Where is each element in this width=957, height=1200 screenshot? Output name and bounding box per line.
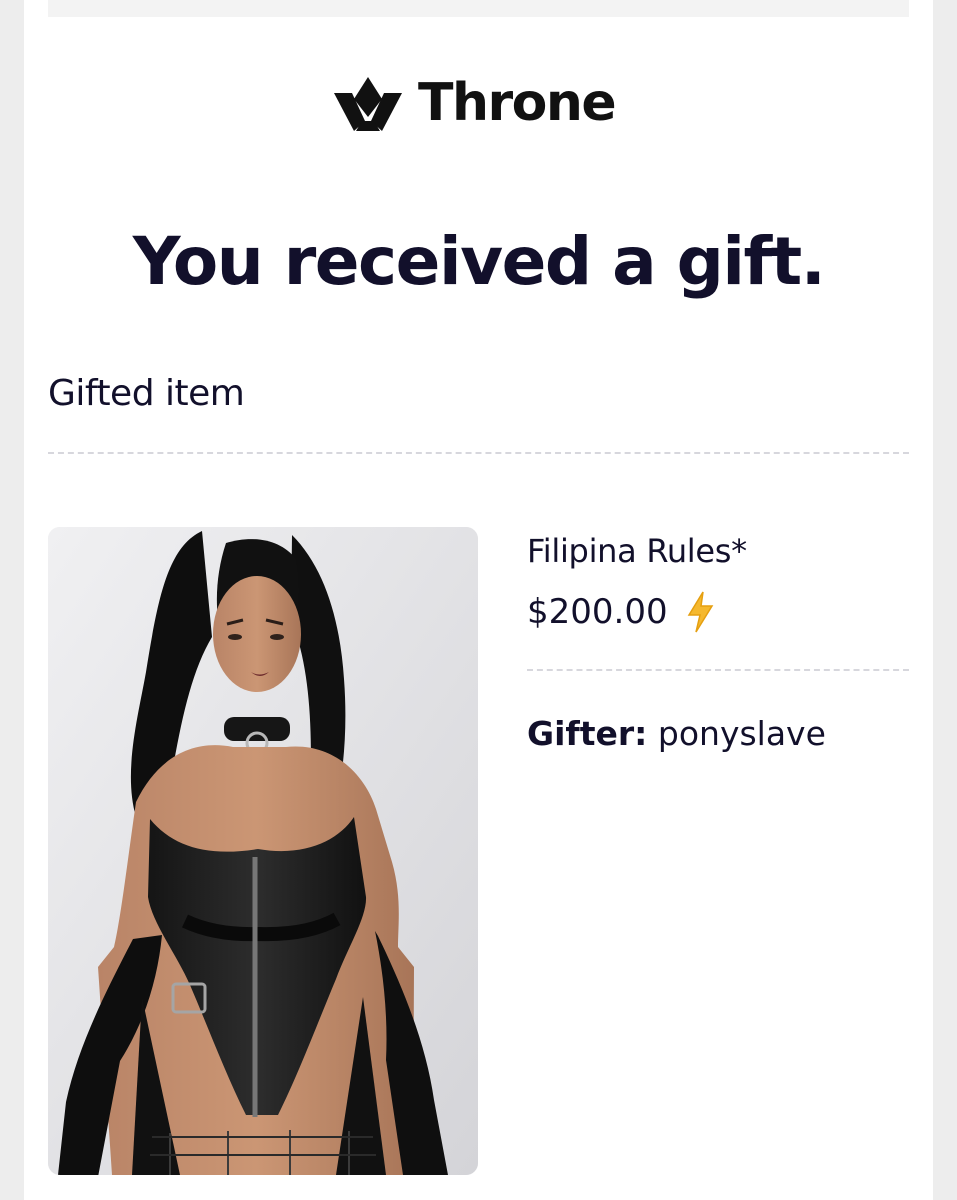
section-title: Gifted item <box>48 373 245 414</box>
page-title: You received a gift. <box>132 223 826 300</box>
item-divider <box>527 669 909 671</box>
product-photo[interactable] <box>48 527 478 1175</box>
item-price-row: $200.00 <box>527 590 718 634</box>
gifter-label: Gifter: <box>527 714 648 753</box>
section-divider <box>48 452 909 454</box>
brand-header[interactable]: Throne <box>330 70 617 136</box>
item-price: $200.00 <box>527 591 668 632</box>
gifter-row: Gifter: ponyslave <box>527 714 826 754</box>
brand-name: Throne <box>418 73 617 133</box>
top-strip <box>48 0 909 17</box>
item-name: Filipina Rules* <box>527 532 747 570</box>
gifter-value: ponyslave <box>657 714 826 753</box>
crown-icon <box>330 71 406 135</box>
lightning-bolt-icon <box>682 590 718 634</box>
